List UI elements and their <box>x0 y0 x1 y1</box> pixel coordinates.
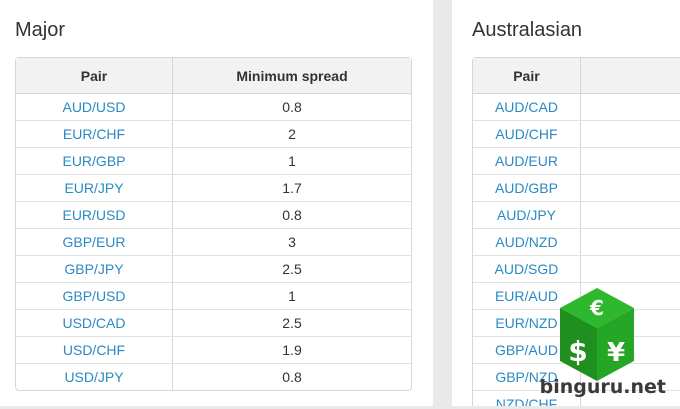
spread-cell: 1.9 <box>173 336 411 363</box>
pair-cell: EUR/JPY <box>16 174 173 201</box>
major-panel: Major Pair Minimum spread AUD/USD 0.8 EUR/… <box>0 0 433 406</box>
table-row: EUR/JPY 1.7 <box>16 174 411 201</box>
pair-cell: AUD/SGD <box>473 255 581 282</box>
table-row: USD/CAD 2.5 <box>16 309 411 336</box>
spread-cell: 3 <box>173 228 411 255</box>
spread-cell: 1.7 <box>173 174 411 201</box>
spread-cell: 2.5 <box>173 309 411 336</box>
table-row: EUR/CHF 2 <box>16 120 411 147</box>
pair-cell: AUD/CHF <box>473 120 581 147</box>
spread-cell <box>581 94 680 120</box>
pair-cell: AUD/JPY <box>473 201 581 228</box>
pair-link[interactable]: GBP/JPY <box>64 261 123 277</box>
pair-link[interactable]: USD/JPY <box>64 369 123 385</box>
australasian-title: Australasian <box>472 19 583 41</box>
pair-link[interactable]: GBP/EUR <box>62 234 125 250</box>
pair-cell: EUR/USD <box>16 201 173 228</box>
pair-link[interactable]: AUD/EUR <box>495 153 558 169</box>
binguru-watermark: € $ ¥ binguru.net <box>522 286 672 404</box>
pair-cell: EUR/GBP <box>16 147 173 174</box>
pair-cell: USD/CHF <box>16 336 173 363</box>
spread-column-header: Minimum spread <box>173 58 411 94</box>
spread-cell: 2 <box>173 120 411 147</box>
table-row: EUR/USD 0.8 <box>16 201 411 228</box>
spread-cell: 1 <box>173 282 411 309</box>
table-row: GBP/EUR 3 <box>16 228 411 255</box>
pair-link[interactable]: EUR/JPY <box>64 180 123 196</box>
pair-cell: AUD/GBP <box>473 174 581 201</box>
spread-cell <box>580 255 680 282</box>
table-row: USD/JPY 0.8 <box>16 363 411 390</box>
table-row: AUD/EUR <box>473 147 680 174</box>
spread-cell <box>580 201 680 228</box>
pair-column-header: Pair <box>16 58 173 94</box>
dollar-symbol: $ <box>568 335 587 368</box>
table-row: AUD/NZD <box>473 228 680 255</box>
pair-link[interactable]: AUD/CHF <box>495 126 557 142</box>
spread-cell: 0.8 <box>173 363 411 390</box>
pair-column-header: Pair <box>473 58 581 94</box>
pair-cell: USD/CAD <box>16 309 173 336</box>
table-row: EUR/GBP 1 <box>16 147 411 174</box>
table-row: AUD/CHF <box>473 120 680 147</box>
pair-cell: EUR/CHF <box>16 120 173 147</box>
pair-link[interactable]: AUD/NZD <box>495 234 557 250</box>
table-row: AUD/USD 0.8 <box>16 94 411 120</box>
table-header-row: Pair <box>473 58 680 94</box>
spread-cell: 0.8 <box>173 201 411 228</box>
pair-cell: AUD/USD <box>16 94 173 120</box>
spread-cell <box>580 228 680 255</box>
table-row: USD/CHF 1.9 <box>16 336 411 363</box>
spread-cell: 0.8 <box>282 99 302 115</box>
pair-cell: GBP/EUR <box>16 228 173 255</box>
pair-link[interactable]: EUR/GBP <box>62 153 125 169</box>
pair-link[interactable]: EUR/CHF <box>63 126 125 142</box>
pair-link[interactable]: AUD/JPY <box>497 207 556 223</box>
table-row: GBP/USD 1 <box>16 282 411 309</box>
pair-cell: AUD/NZD <box>473 228 581 255</box>
pair-link[interactable]: USD/CHF <box>63 342 125 358</box>
table-row: AUD/GBP <box>473 174 680 201</box>
pair-link[interactable]: AUD/CAD <box>495 99 558 115</box>
pair-cell: USD/JPY <box>16 363 173 390</box>
major-title: Major <box>15 19 66 41</box>
pair-cell: AUD/CAD <box>473 94 581 120</box>
pair-cell: GBP/JPY <box>16 255 173 282</box>
major-table: Pair Minimum spread AUD/USD 0.8 EUR/CHF 2 EU… <box>15 57 412 391</box>
pair-link[interactable]: EUR/USD <box>62 207 125 223</box>
table-row: AUD/SGD <box>473 255 680 282</box>
spread-cell: 2.5 <box>173 255 411 282</box>
table-row: AUD/CAD <box>473 94 680 120</box>
pair-link[interactable]: GBP/USD <box>62 288 125 304</box>
pair-cell: GBP/USD <box>16 282 173 309</box>
pair-cell: AUD/EUR <box>473 147 581 174</box>
spread-column-header-cut <box>580 58 680 94</box>
spread-cell <box>580 120 680 147</box>
table-header-row: Pair Minimum spread <box>16 58 411 94</box>
spread-cell <box>580 174 680 201</box>
table-row: GBP/JPY 2.5 <box>16 255 411 282</box>
pair-link[interactable]: AUD/USD <box>62 99 125 115</box>
pair-link[interactable]: AUD/SGD <box>495 261 559 277</box>
yen-symbol: ¥ <box>607 338 625 368</box>
pair-link[interactable]: AUD/GBP <box>495 180 558 196</box>
spread-cell: 1 <box>173 147 411 174</box>
euro-symbol: € <box>589 296 604 320</box>
watermark-text: binguru.net <box>539 376 666 398</box>
pair-link[interactable]: USD/CAD <box>62 315 125 331</box>
spread-cell <box>580 147 680 174</box>
table-row: AUD/JPY <box>473 201 680 228</box>
